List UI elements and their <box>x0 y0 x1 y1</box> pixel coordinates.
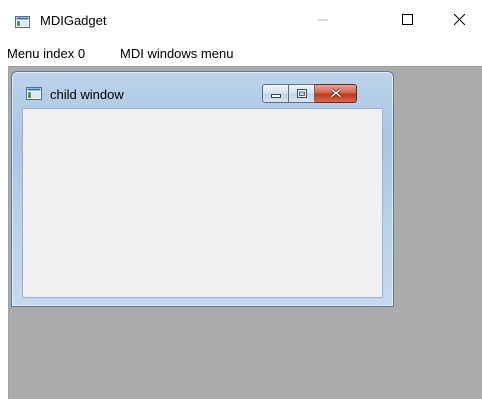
child-caption-buttons <box>262 84 357 103</box>
child-restore-button[interactable] <box>289 84 315 103</box>
minimize-button[interactable] <box>300 0 346 42</box>
child-close-button[interactable] <box>315 84 357 103</box>
child-minimize-button[interactable] <box>262 84 289 103</box>
maximize-button[interactable] <box>384 0 430 42</box>
menu-item-mdi-windows[interactable]: MDI windows menu <box>120 46 233 62</box>
minimize-icon <box>318 12 328 30</box>
main-window: MDIGadget Menu index 0 MDI windows menu <box>0 0 482 399</box>
close-icon <box>453 12 465 30</box>
child-client-area[interactable] <box>22 108 383 298</box>
child-window[interactable]: child window <box>11 71 394 307</box>
minimize-icon <box>270 85 281 103</box>
maximize-icon <box>401 12 413 30</box>
window-title: MDIGadget <box>40 13 107 28</box>
restore-icon <box>296 85 307 103</box>
window-app-icon[interactable] <box>15 15 30 28</box>
close-button[interactable] <box>436 0 482 42</box>
window-app-icon[interactable] <box>26 87 42 100</box>
title-bar[interactable]: MDIGadget <box>0 0 482 42</box>
close-icon <box>330 85 342 103</box>
menu-item-index-0[interactable]: Menu index 0 <box>7 46 85 62</box>
menu-bar: Menu index 0 MDI windows menu <box>0 42 482 66</box>
child-window-title: child window <box>50 87 124 102</box>
